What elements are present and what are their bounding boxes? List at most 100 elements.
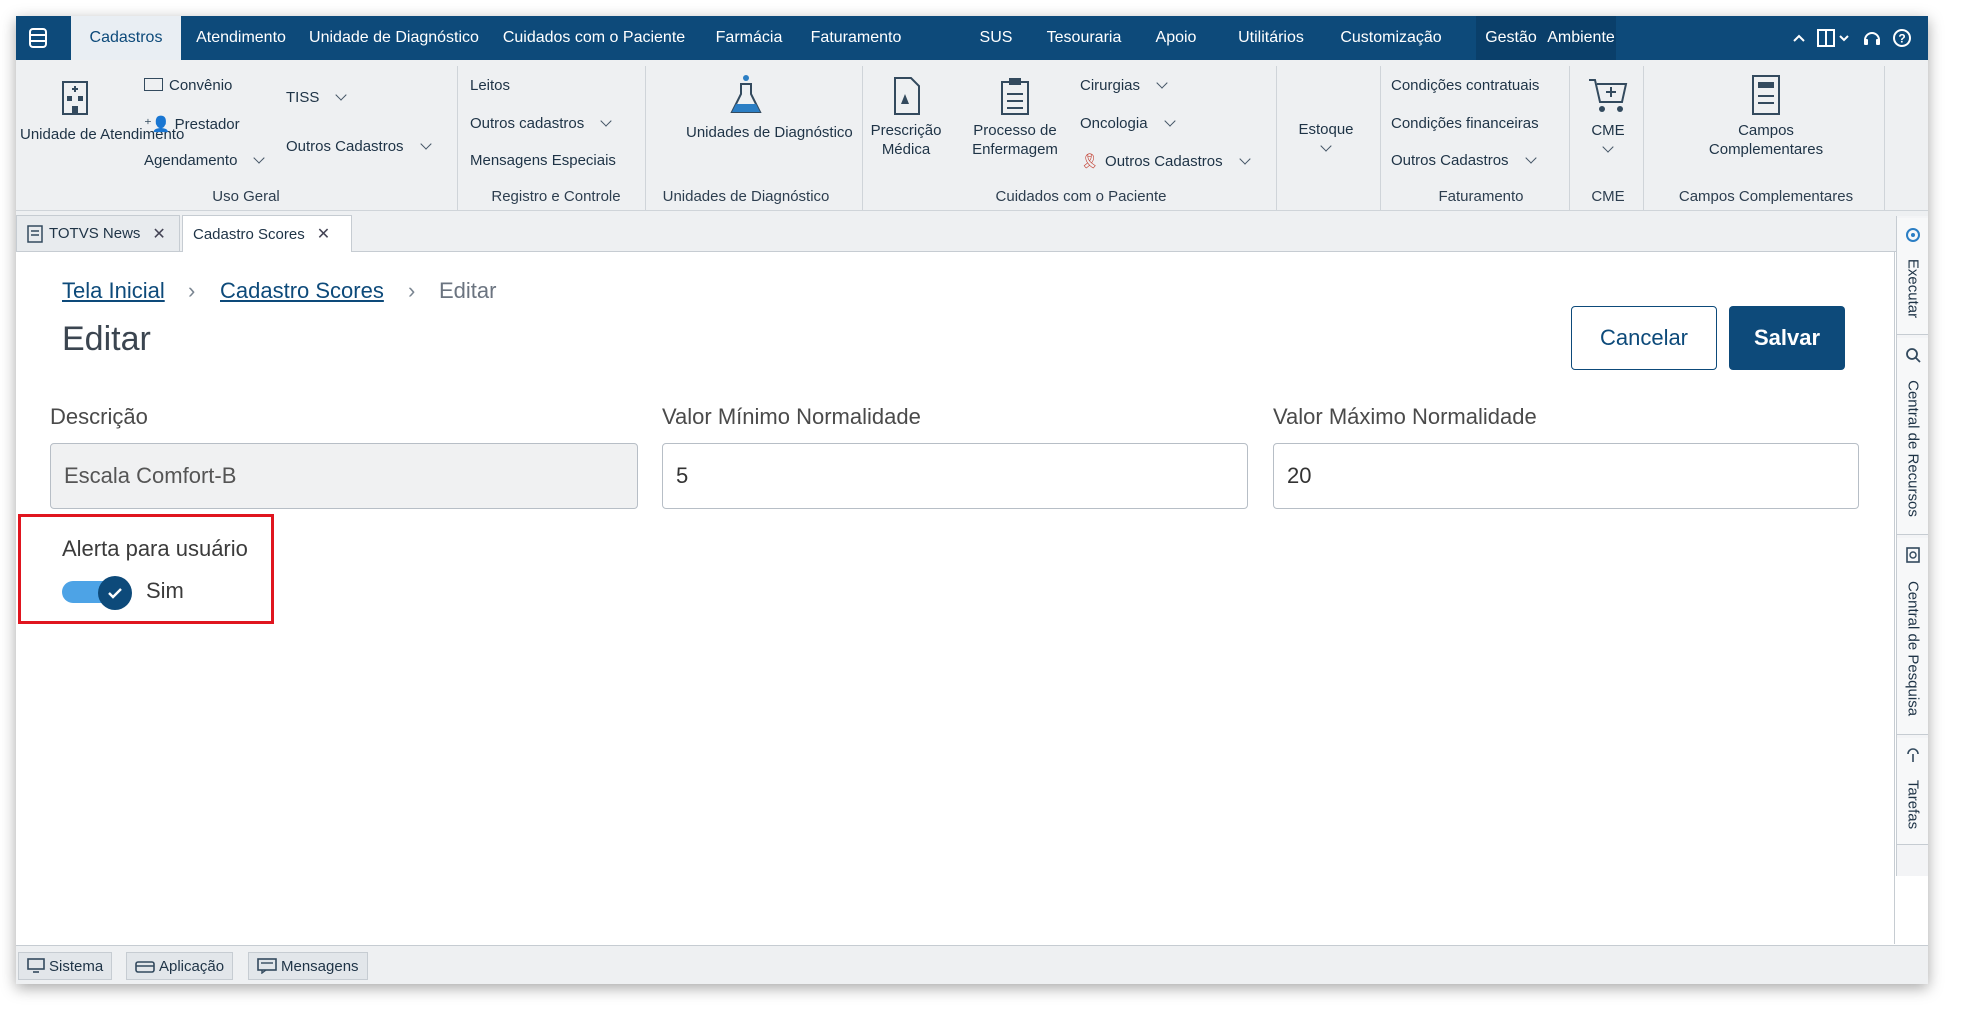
ribbon-mensagens-especiais[interactable]: Mensagens Especiais [470, 152, 616, 169]
ribbon-tiss[interactable]: TISS [286, 89, 348, 106]
menu-tab-tesouraria[interactable]: Tesouraria [1034, 16, 1134, 60]
menu-tab-gestao[interactable]: Gestão [1476, 16, 1546, 60]
page-title: Editar [62, 320, 151, 358]
doc-tab-label: Cadastro Scores [193, 225, 305, 243]
ribbon-outros-cadastros-faturamento[interactable]: Outros Cadastros [1391, 152, 1537, 169]
ribbon-outros-cadastros-registro[interactable]: Outros cadastros [470, 115, 612, 132]
menu-tab-faturamento[interactable]: Faturamento [801, 16, 911, 60]
ribbon-tiss-label: TISS [286, 89, 320, 106]
ribbon-agendamento-label: Agendamento [144, 152, 238, 169]
ribbon-campos-label: Campos Complementares [1708, 122, 1824, 158]
main-menu-icon[interactable] [16, 16, 60, 60]
breadcrumb-current: Editar [439, 278, 497, 303]
chevron-down-icon [600, 115, 612, 127]
ribbon-condicoes-contratuais[interactable]: Condições contratuais [1391, 77, 1539, 94]
ribbon-condicoes-financeiras[interactable]: Condições financeiras [1391, 115, 1539, 132]
ribbon-outros-cadastros-faturamento-label: Outros Cadastros [1391, 152, 1509, 169]
menu-tab-utilitarios[interactable]: Utilitários [1221, 16, 1321, 60]
app-window: Cadastros Atendimento Unidade de Diagnós… [16, 16, 1928, 984]
application-icon [135, 961, 155, 973]
side-rail-central-pesquisa[interactable]: Central de Pesquisa [1897, 538, 1928, 735]
side-rail-tarefas[interactable]: Tarefas [1897, 738, 1928, 845]
ribbon-cme-label: CME [1591, 122, 1625, 139]
status-sistema-button[interactable]: Sistema [18, 952, 113, 980]
ribbon-unidades-diagnostico-label: Unidades de Diagnóstico [686, 124, 853, 141]
ribbon-outros-cadastros-cuidados[interactable]: 🎗 Outros Cadastros [1080, 152, 1251, 170]
help-icon[interactable]: ? [1889, 24, 1915, 52]
ribbon-agendamento[interactable]: Agendamento [144, 152, 266, 169]
close-icon[interactable]: ✕ [152, 224, 165, 244]
ribbon-prescricao-medica[interactable]: Prescrição Médica [866, 76, 946, 159]
menu-tab-ambiente[interactable]: Ambiente [1546, 16, 1616, 60]
main-content: Tela Inicial › Cadastro Scores › Editar … [16, 252, 1895, 944]
menu-tab-unidade-diagnostico[interactable]: Unidade de Diagnóstico [304, 16, 484, 60]
menu-tab-atendimento[interactable]: Atendimento [186, 16, 296, 60]
side-rail-label: Executar [1904, 258, 1922, 319]
gear-icon [1906, 228, 1920, 242]
status-aplicacao-button[interactable]: Aplicação [126, 952, 234, 980]
valor-minimo-label: Valor Mínimo Normalidade [662, 404, 921, 429]
ribbon-cme[interactable]: CME [1576, 74, 1640, 159]
clipboard-icon [1001, 78, 1029, 115]
descricao-field: Escala Comfort-B [50, 443, 638, 509]
ribbon-cirurgias[interactable]: Cirurgias [1080, 77, 1168, 94]
ribbon-outros-cadastros-registro-label: Outros cadastros [470, 115, 585, 132]
valor-maximo-field[interactable]: 20 [1273, 443, 1859, 509]
breadcrumb-home[interactable]: Tela Inicial [62, 278, 165, 304]
alerta-usuario-state: Sim [146, 578, 184, 603]
headset-icon[interactable] [1859, 24, 1885, 52]
doc-tab-label: TOTVS News [49, 225, 141, 242]
ribbon-campos-complementares[interactable]: Campos Complementares [1676, 74, 1856, 159]
ribbon-group-uso-geral: Uso Geral [212, 188, 280, 205]
close-icon[interactable]: ✕ [317, 224, 330, 244]
doc-tab-totvs-news[interactable]: TOTVS News ✕ [16, 215, 180, 251]
toggle-knob [98, 576, 132, 610]
cart-icon [1589, 79, 1628, 112]
ribbon-convenio-label: Convênio [169, 77, 233, 94]
status-bar: Sistema Aplicação Mensagens [16, 945, 1928, 984]
menu-tab-farmacia[interactable]: Farmácia [704, 16, 794, 60]
ribbon-estoque-label: Estoque [1298, 121, 1354, 138]
svg-text:?: ? [1898, 32, 1905, 46]
news-icon [27, 224, 43, 243]
status-mensagens-button[interactable]: Mensagens [248, 952, 368, 980]
ribbon-unidade-atendimento[interactable]: Unidade de Atendimento [20, 78, 184, 144]
menu-tab-apoio[interactable]: Apoio [1141, 16, 1211, 60]
ribbon-oncologia[interactable]: Oncologia [1080, 115, 1176, 132]
chevron-down-icon [419, 138, 432, 150]
valor-minimo-field[interactable]: 5 [662, 443, 1248, 509]
alerta-usuario-toggle[interactable] [62, 576, 134, 610]
menu-tab-customizacao[interactable]: Customização [1331, 16, 1451, 60]
ribbon-outros-cadastros-uso-geral[interactable]: Outros Cadastros [286, 138, 432, 155]
side-rail-central-recursos[interactable]: Central de Recursos [1897, 338, 1928, 535]
side-rail-executar[interactable]: Executar [1897, 218, 1928, 335]
ribbon-outros-cadastros-label: Outros Cadastros [286, 138, 404, 155]
search-icon [1906, 348, 1921, 363]
chevron-down-icon [1320, 140, 1332, 152]
chevron-down-icon [1238, 153, 1251, 165]
monitor-icon [27, 958, 45, 973]
cancel-button[interactable]: Cancelar [1571, 306, 1717, 370]
layout-icon[interactable] [1814, 24, 1852, 52]
chevron-down-icon [1524, 152, 1537, 164]
card-icon [144, 78, 163, 91]
ribbon-toolbar: Unidade de Atendimento Convênio ⁺👤 Presta… [16, 60, 1928, 211]
ribbon-unidades-diagnostico[interactable]: Unidades de Diagnóstico [686, 74, 853, 142]
chevron-down-icon [253, 152, 266, 164]
ribbon-processo-label: Processo de Enfermagem [972, 122, 1058, 158]
menu-tab-cuidados-paciente[interactable]: Cuidados com o Paciente [494, 16, 694, 60]
ribbon-group-cme: CME [1591, 188, 1625, 205]
breadcrumb-section[interactable]: Cadastro Scores [220, 278, 384, 304]
ribbon-divider [457, 66, 458, 210]
doc-tab-cadastro-scores[interactable]: Cadastro Scores ✕ [182, 215, 352, 252]
menu-tab-sus[interactable]: SUS [971, 16, 1021, 60]
ribbon-processo-enfermagem[interactable]: Processo de Enfermagem [960, 76, 1070, 159]
status-mensagens-label: Mensagens [281, 957, 359, 975]
ribbon-leitos[interactable]: Leitos [470, 77, 510, 94]
ribbon-convenio[interactable]: Convênio [144, 77, 232, 94]
menu-tab-cadastros[interactable]: Cadastros [71, 16, 181, 60]
ribbon-prestador[interactable]: ⁺👤 Prestador [144, 115, 240, 133]
ribbon-estoque[interactable]: Estoque [1286, 120, 1366, 158]
save-button[interactable]: Salvar [1729, 306, 1845, 370]
collapse-ribbon-icon[interactable] [1786, 24, 1812, 52]
